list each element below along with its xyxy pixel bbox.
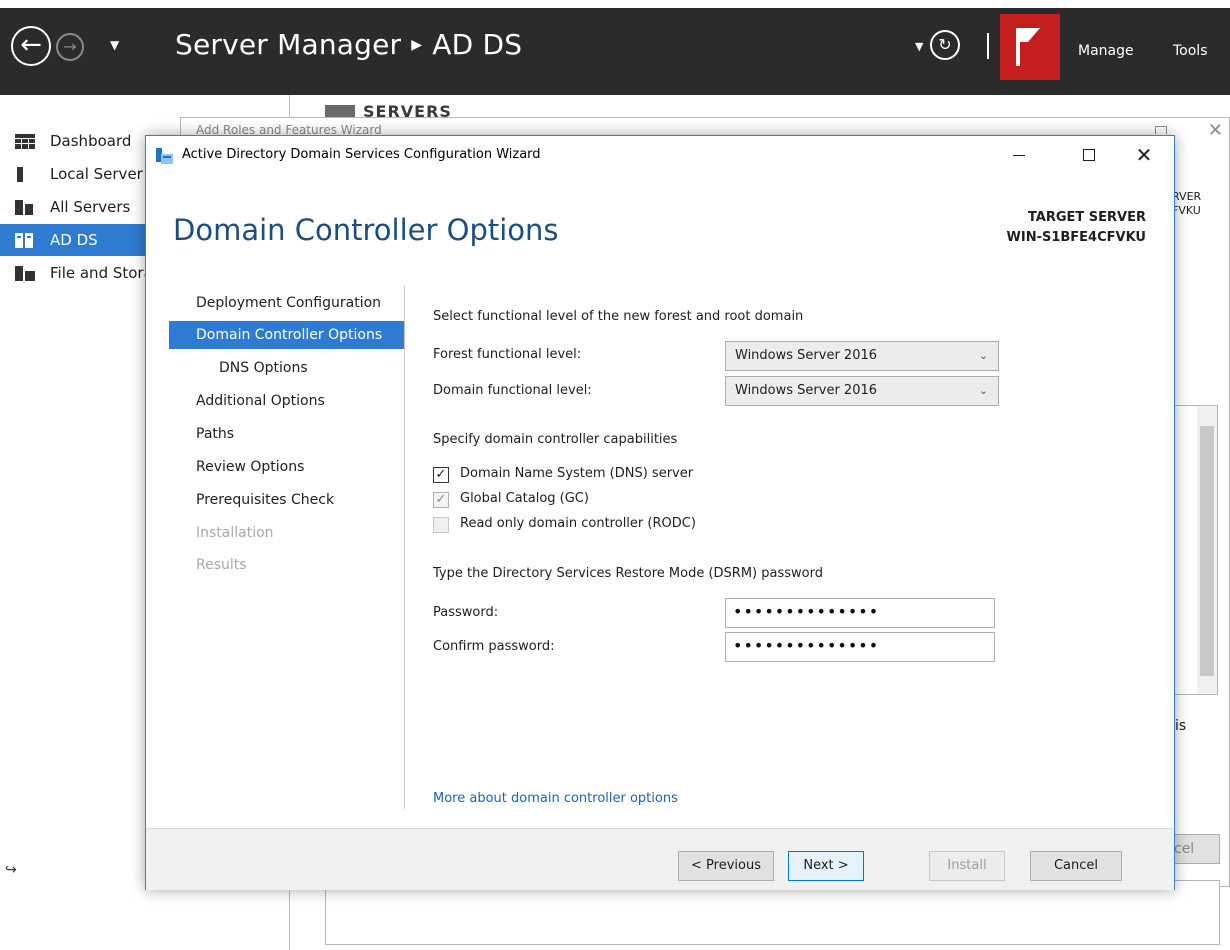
capabilities-heading: Specify domain controller capabilities [433, 432, 678, 447]
nav-deployment-configuration[interactable]: Deployment Configuration [169, 289, 381, 317]
server-manager-breadcrumb: Server Manager ▶ AD DS [175, 28, 522, 61]
scrollbar-thumb[interactable] [1200, 426, 1214, 676]
manage-menu[interactable]: Manage [1078, 43, 1134, 59]
previous-button[interactable]: < Previous [678, 851, 774, 881]
maximize-icon[interactable] [1155, 126, 1167, 134]
nav-domain-controller-options[interactable]: Domain Controller Options [169, 321, 404, 349]
wizard-footer: < Previous Next > Install Cancel [146, 828, 1174, 890]
domain-level-label: Domain functional level: [433, 383, 592, 398]
ad-ds-configuration-wizard: Active Directory Domain Services Configu… [145, 135, 1175, 890]
wizard-title-bar: Active Directory Domain Services Configu… [146, 136, 1174, 174]
toolbar-divider [987, 33, 989, 59]
wizard-app-icon [156, 148, 173, 164]
rodc-checkbox[interactable] [433, 517, 449, 533]
sidebar-item-label: Local Server [50, 165, 143, 183]
list-scrollbar[interactable] [1197, 406, 1217, 694]
file-storage-icon [15, 266, 35, 281]
password-field[interactable]: •••••••••••••• [725, 598, 995, 628]
servers-icon [15, 200, 33, 215]
rodc-label: Read only domain controller (RODC) [460, 516, 696, 531]
forest-level-label: Forest functional level: [433, 347, 582, 362]
app-title: Server Manager [175, 28, 402, 61]
confirm-password-label: Confirm password: [433, 639, 555, 654]
target-server-label: TARGET SERVER [1027, 210, 1146, 225]
wizard-window-title: Active Directory Domain Services Configu… [182, 147, 541, 162]
text-fragment: is [1175, 718, 1187, 734]
refresh-icon[interactable]: ↻ [930, 30, 960, 60]
breadcrumb-current: AD DS [432, 28, 523, 61]
page-title: Domain Controller Options [173, 213, 559, 247]
top-strip [0, 0, 1230, 8]
server-icon [17, 167, 23, 182]
ad-ds-icon [15, 233, 33, 248]
domain-level-value: Windows Server 2016 [735, 383, 878, 398]
dns-server-checkbox[interactable]: ✓ [433, 467, 449, 483]
domain-functional-level-select[interactable]: Windows Server 2016 ⌄ [725, 376, 999, 406]
forest-level-value: Windows Server 2016 [735, 348, 878, 363]
close-button[interactable]: ✕ [1121, 136, 1167, 174]
history-dropdown-icon[interactable]: ▼ [110, 38, 119, 52]
functional-level-heading: Select functional level of the new fores… [433, 309, 804, 324]
chevron-down-icon: ⌄ [978, 349, 988, 362]
dsrm-heading: Type the Directory Services Restore Mode… [433, 566, 823, 581]
nav-dns-options[interactable]: DNS Options [169, 354, 308, 382]
minimize-button[interactable] [996, 136, 1042, 174]
nav-additional-options[interactable]: Additional Options [169, 387, 325, 415]
maximize-button[interactable] [1066, 136, 1112, 174]
confirm-password-field[interactable]: •••••••••••••• [725, 632, 995, 662]
install-button: Install [929, 851, 1005, 881]
cancel-button[interactable]: Cancel [1030, 851, 1122, 881]
tools-menu[interactable]: Tools [1173, 43, 1208, 59]
notifications-flag-icon[interactable] [1000, 14, 1060, 80]
close-icon[interactable]: ✕ [1208, 120, 1223, 141]
target-server-fragment: RVER FVKU [1172, 190, 1202, 217]
password-label: Password: [433, 605, 499, 620]
sidebar-item-label: AD DS [50, 231, 98, 249]
nav-paths[interactable]: Paths [169, 420, 234, 448]
dashboard-icon [15, 134, 35, 149]
mouse-cursor-icon: ↪ [5, 862, 17, 878]
maximize-icon [1083, 149, 1095, 161]
global-catalog-checkbox[interactable]: ✓ [433, 492, 449, 508]
more-about-dc-options-link[interactable]: More about domain controller options [433, 791, 678, 806]
refresh-dropdown-icon[interactable]: ▼ [915, 40, 923, 53]
forest-functional-level-select[interactable]: Windows Server 2016 ⌄ [725, 341, 999, 371]
next-button[interactable]: Next > [788, 851, 864, 881]
back-arrow-icon[interactable]: ← [11, 26, 51, 66]
nav-prerequisites-check[interactable]: Prerequisites Check [169, 486, 334, 514]
target-server-name: WIN-S1BFE4CFVKU [1006, 230, 1146, 245]
sidebar-item-label: Dashboard [50, 132, 132, 150]
chevron-down-icon: ⌄ [978, 384, 988, 397]
dns-server-label: Domain Name System (DNS) server [460, 466, 694, 481]
nav-divider [404, 286, 405, 809]
servers-section-icon [325, 105, 355, 117]
global-catalog-label: Global Catalog (GC) [460, 491, 589, 506]
nav-review-options[interactable]: Review Options [169, 453, 304, 481]
minimize-icon [1013, 154, 1025, 156]
nav-installation: Installation [196, 525, 274, 541]
forward-arrow-icon[interactable]: → [56, 33, 84, 61]
sidebar-item-label: All Servers [50, 198, 131, 216]
nav-results: Results [196, 557, 247, 573]
breadcrumb-separator-icon: ▶ [411, 37, 423, 53]
